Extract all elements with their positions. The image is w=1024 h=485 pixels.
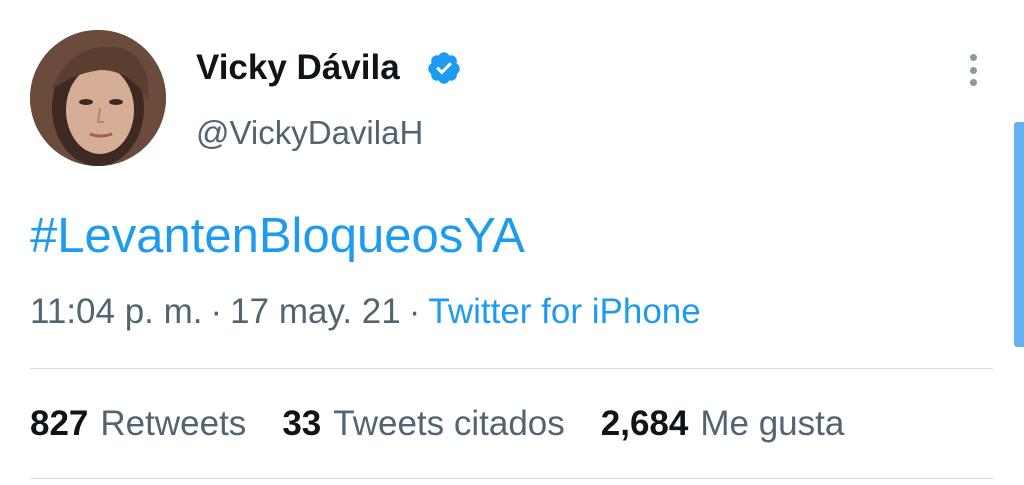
likes-stat[interactable]: 2,684 Me gusta (601, 402, 845, 446)
more-dot (969, 66, 977, 74)
retweets-label: Retweets (100, 404, 247, 443)
meta-separator: · (408, 292, 421, 331)
quote-tweets-stat[interactable]: 33 Tweets citados (282, 402, 564, 446)
avatar[interactable] (30, 30, 166, 166)
tweet-hashtag-link[interactable]: #LevantenBloqueosYA (30, 206, 525, 266)
quote-tweets-count: 33 (282, 404, 322, 443)
more-dot (969, 79, 977, 86)
more-vertical-icon (969, 54, 977, 61)
scrollbar[interactable] (1014, 122, 1024, 347)
verified-badge-icon (428, 52, 460, 84)
divider (30, 368, 993, 369)
tweet-date[interactable]: 17 may. 21 (230, 292, 401, 331)
more-options-button[interactable] (958, 50, 988, 90)
tweet-source-link[interactable]: Twitter for iPhone (428, 292, 700, 331)
meta-separator: · (210, 292, 223, 331)
tweet-metadata: 11:04 p. m. · 17 may. 21 · Twitter for iPhon… (30, 290, 701, 334)
tweet-time[interactable]: 11:04 p. m. (30, 292, 203, 331)
tweet-stats: 827 Retweets 33 Tweets citados 2,684 Me gus… (30, 402, 844, 446)
retweets-count: 827 (30, 404, 89, 443)
divider (30, 478, 993, 479)
author-display-name[interactable]: Vicky Dávila (196, 46, 400, 90)
quote-tweets-label: Tweets citados (333, 404, 565, 443)
likes-label: Me gusta (700, 404, 845, 443)
likes-count: 2,684 (600, 404, 689, 443)
author-handle[interactable]: @VickyDavilaH (196, 112, 423, 154)
retweets-stat[interactable]: 827 Retweets (30, 402, 246, 446)
avatar-photo (30, 30, 166, 166)
